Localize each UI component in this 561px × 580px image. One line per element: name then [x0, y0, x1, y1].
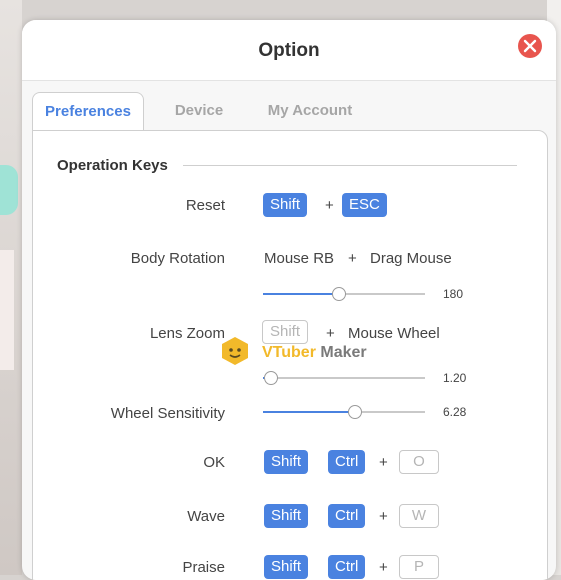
slider-thumb[interactable] [264, 371, 278, 385]
lens-zoom-label: Lens Zoom [149, 325, 225, 342]
lens-zoom-slider[interactable] [263, 371, 425, 385]
wave-shift-key[interactable]: Shift [264, 504, 309, 528]
wheel-sensitivity-slider[interactable] [263, 405, 425, 419]
tab-my-account[interactable]: My Account [254, 92, 366, 130]
body-rotation-slider[interactable] [263, 287, 425, 301]
wheel-sensitivity-label: Wheel Sensitivity [110, 405, 225, 422]
vtuber-maker-logo-icon [222, 337, 248, 365]
watermark-text: VTuber Maker [262, 344, 367, 361]
praise-shift-key[interactable]: Shift [264, 555, 309, 579]
reset-esc-key[interactable]: ESC [342, 193, 387, 217]
background-character-body [0, 250, 14, 370]
reset-label: Reset [185, 197, 225, 214]
tab-device[interactable]: Device [154, 92, 244, 130]
vtuber-maker-watermark: VTuber Maker [220, 332, 390, 372]
ok-label: OK [203, 454, 225, 471]
close-icon [523, 39, 537, 53]
wave-w-key[interactable]: W [399, 504, 439, 528]
body-rotation-label: Body Rotation [130, 250, 225, 267]
close-button[interactable] [518, 34, 542, 58]
section-title: Operation Keys [57, 157, 168, 174]
slider-track [263, 377, 425, 379]
ok-shift-key[interactable]: Shift [264, 450, 309, 474]
body-rotation-input1[interactable]: Mouse RB [264, 250, 334, 267]
reset-plus: + [325, 197, 334, 214]
wave-plus: + [379, 508, 388, 525]
praise-plus: + [379, 559, 388, 576]
ok-ctrl-key[interactable]: Ctrl [328, 450, 366, 474]
slider-thumb[interactable] [332, 287, 346, 301]
praise-p-key[interactable]: P [399, 555, 439, 579]
slider-thumb[interactable] [348, 405, 362, 419]
body-rotation-plus: + [348, 250, 357, 267]
praise-ctrl-key[interactable]: Ctrl [328, 555, 366, 579]
dialog-header: Option [22, 20, 556, 81]
slider-fill [263, 411, 355, 413]
lens-zoom-value: 1.20 [443, 371, 467, 385]
wave-label: Wave [187, 508, 225, 525]
body-rotation-input2[interactable]: Drag Mouse [370, 250, 452, 267]
ok-plus: + [379, 454, 388, 471]
wheel-sensitivity-value: 6.28 [443, 405, 467, 419]
reset-shift-key[interactable]: Shift [263, 193, 308, 217]
ok-o-key[interactable]: O [399, 450, 439, 474]
background-character-hair [0, 165, 18, 215]
praise-label: Praise [182, 559, 225, 576]
tab-preferences[interactable]: Preferences [32, 92, 144, 133]
wave-ctrl-key[interactable]: Ctrl [328, 504, 366, 528]
slider-fill [263, 293, 339, 295]
option-dialog: Option Preferences Device My Account Ope… [22, 20, 556, 580]
section-divider [183, 165, 517, 166]
body-rotation-value: 180 [443, 287, 464, 301]
dialog-title: Option [258, 40, 320, 61]
